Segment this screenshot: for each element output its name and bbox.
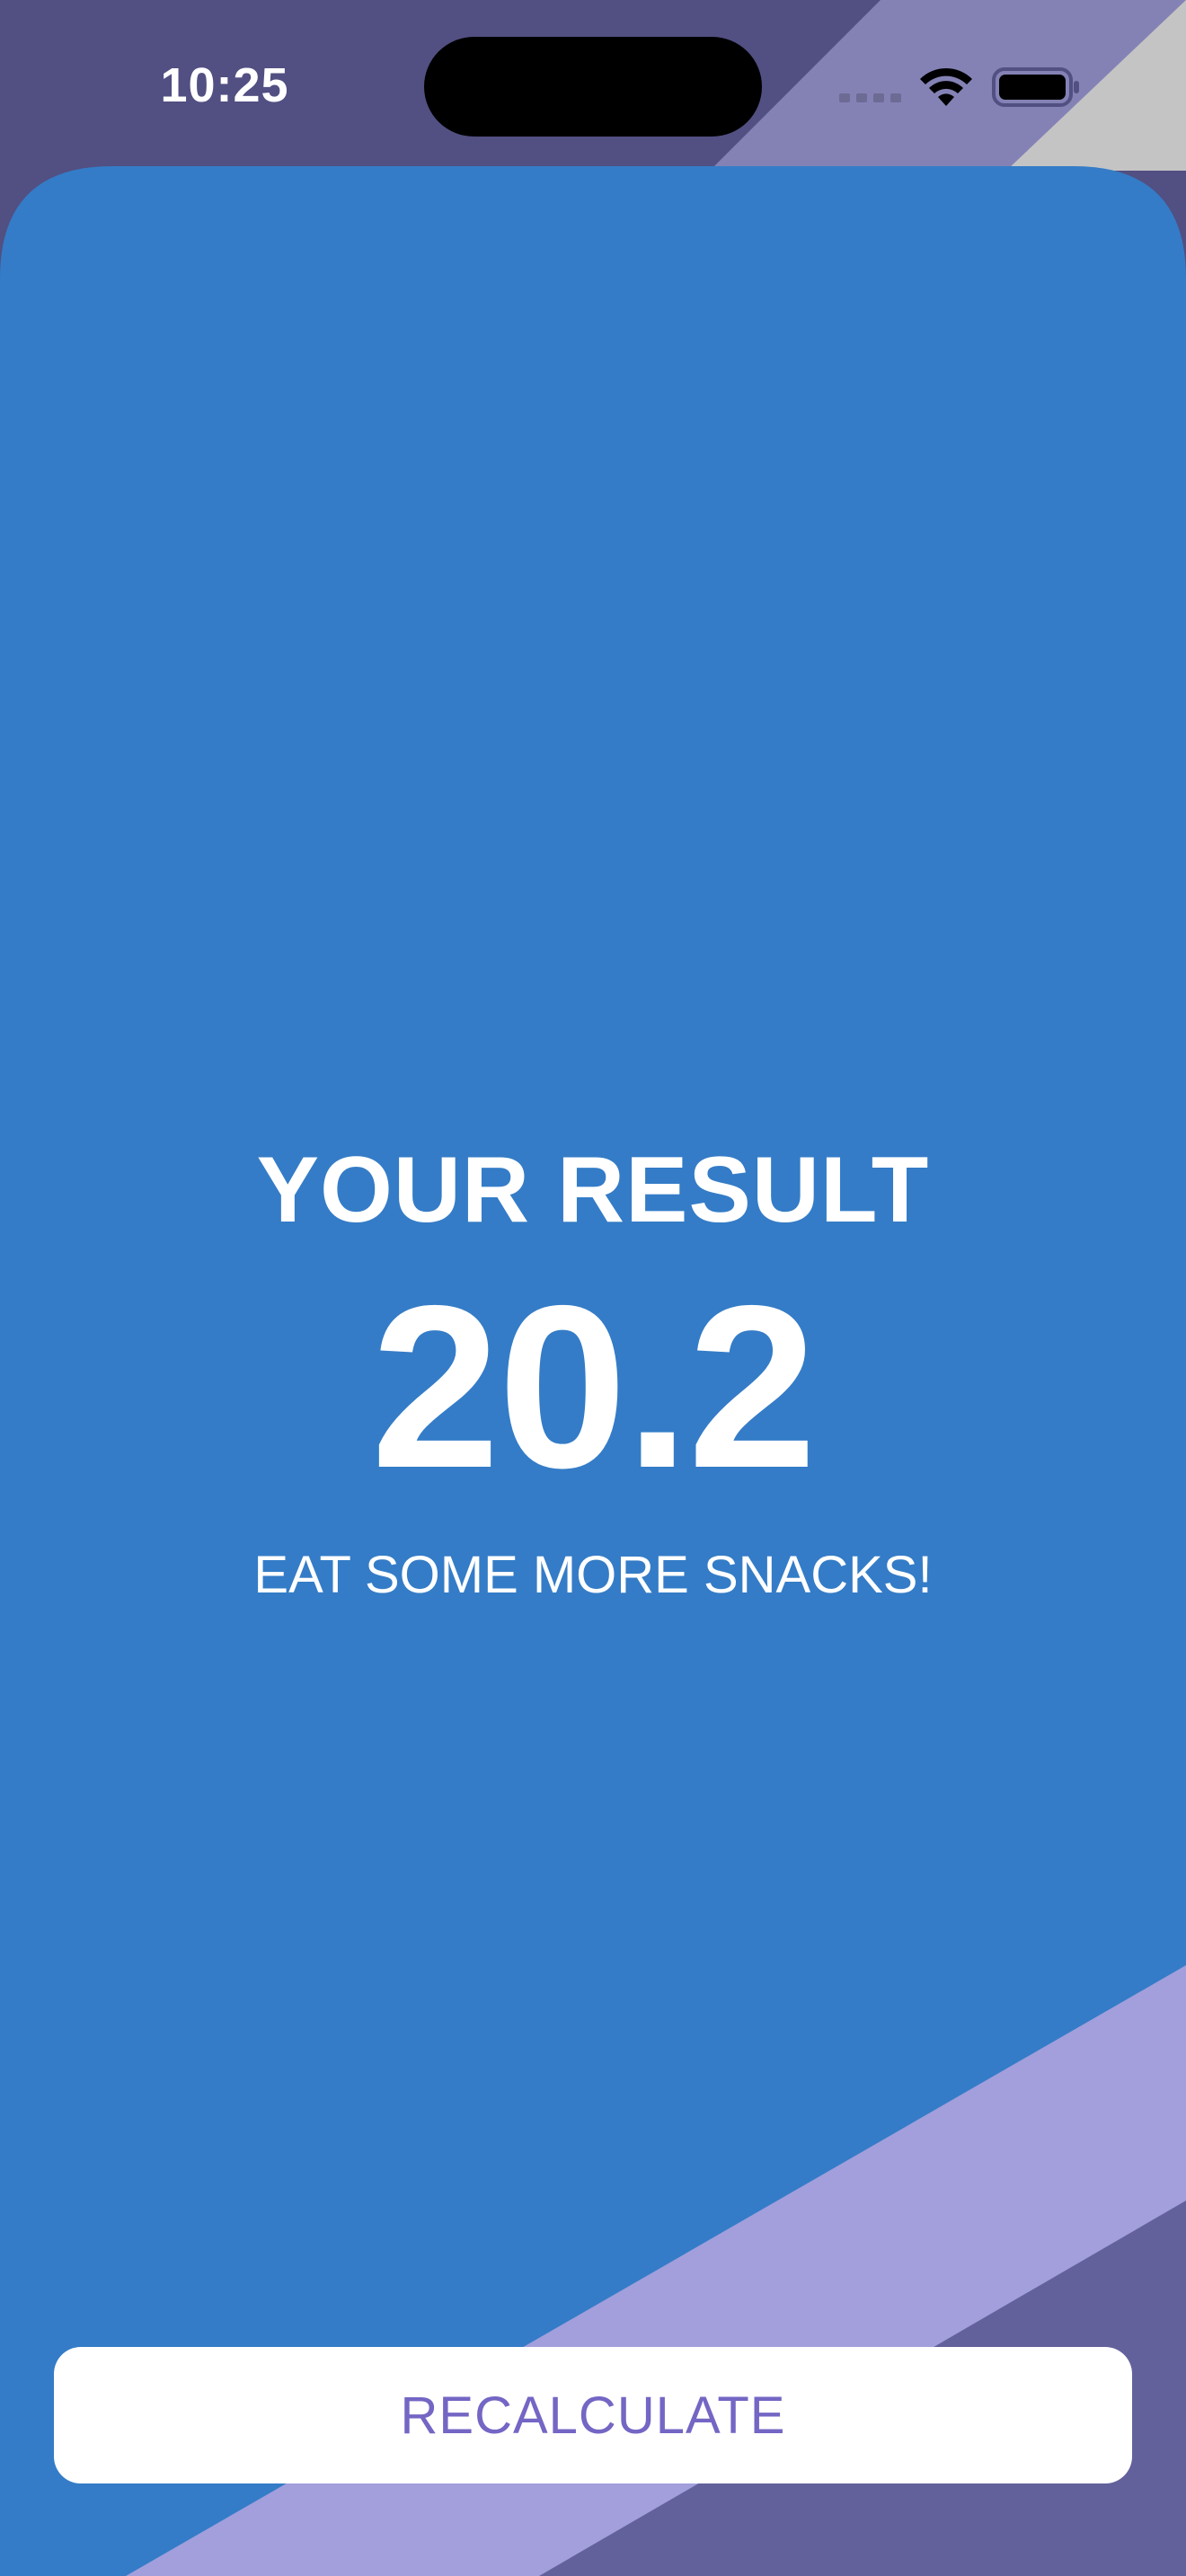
result-panel: YOUR RESULT 20.2 EAT SOME MORE SNACKS! (0, 1132, 1186, 1611)
wifi-icon (920, 67, 972, 106)
dynamic-island (424, 37, 762, 137)
battery-icon (992, 67, 1079, 107)
status-bar: 10:25 (0, 0, 1186, 171)
recalculate-button[interactable]: RECALCULATE (54, 2347, 1132, 2483)
bmi-value: 20.2 (370, 1257, 817, 1516)
cellular-signal-icon (839, 93, 901, 102)
result-title: YOUR RESULT (256, 1138, 930, 1242)
result-message: EAT SOME MORE SNACKS! (253, 1546, 933, 1604)
status-time: 10:25 (160, 58, 289, 112)
